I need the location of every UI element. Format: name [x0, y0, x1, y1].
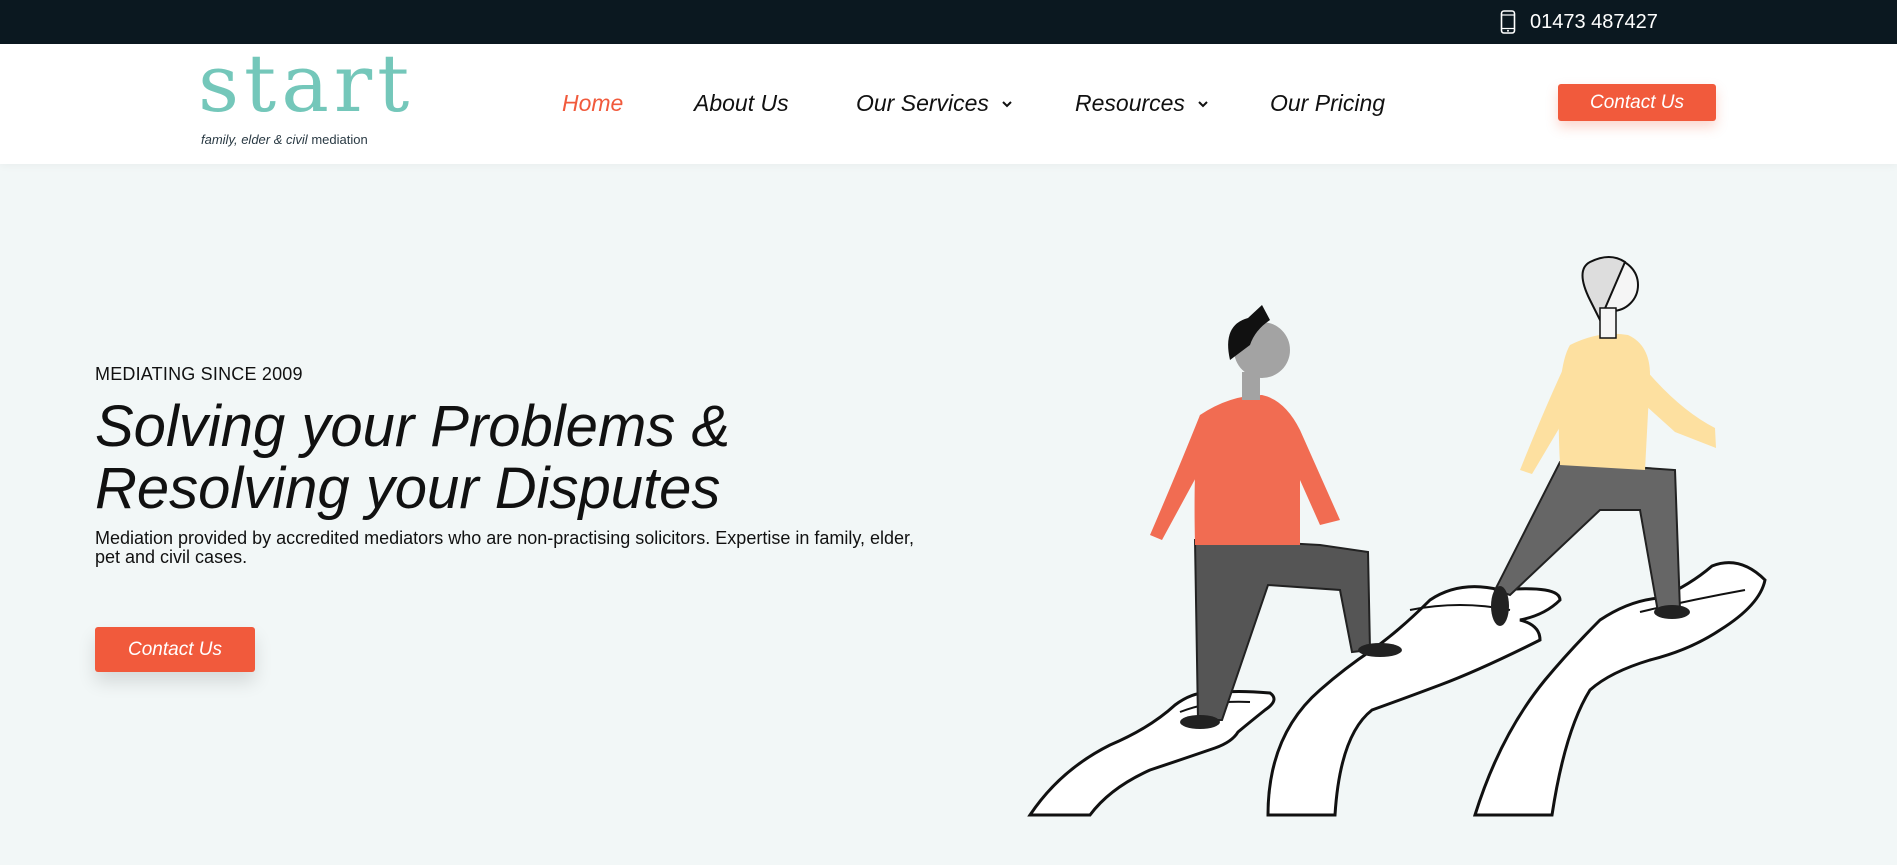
nav-our-pricing-label: Our Pricing	[1270, 90, 1386, 116]
phone-contact[interactable]: 01473 487427	[1500, 10, 1658, 34]
hero-title-line-2: Resolving your Disputes	[95, 456, 721, 521]
logo-tagline-italic: family, elder & civil	[201, 132, 308, 147]
hero-title: Solving your Problems & Resolving your D…	[95, 396, 795, 520]
logo-tagline: family, elder & civil mediation	[201, 132, 368, 147]
nav-resources[interactable]: Resources	[1075, 90, 1209, 117]
nav-our-services[interactable]: Our Services	[856, 90, 1013, 117]
person-yellow-shirt-icon	[1491, 256, 1716, 626]
mobile-phone-icon	[1500, 10, 1516, 34]
nav-home[interactable]: Home	[562, 90, 623, 117]
hand-left-icon	[1027, 690, 1276, 817]
nav-our-services-label: Our Services	[856, 90, 989, 116]
hero-title-line-1: Solving your Problems &	[95, 394, 731, 459]
chevron-down-icon	[1002, 100, 1012, 107]
nav-home-label: Home	[562, 90, 624, 116]
contact-us-hero-button[interactable]: Contact Us	[95, 627, 255, 672]
contact-us-nav-button[interactable]: Contact Us	[1558, 84, 1716, 121]
hero-description: Mediation provided by accredited mediato…	[95, 528, 915, 567]
hero-eyebrow: MEDIATING SINCE 2009	[95, 364, 303, 384]
people-climbing-hands-illustration	[1027, 256, 1767, 817]
logo-wordmark: start	[198, 37, 415, 130]
nav-our-pricing[interactable]: Our Pricing	[1270, 90, 1385, 117]
nav-resources-label: Resources	[1075, 90, 1185, 116]
nav-about-us[interactable]: About Us	[694, 90, 789, 117]
chevron-down-icon	[1198, 100, 1208, 107]
nav-about-us-label: About Us	[694, 90, 789, 116]
main-navbar: start family, elder & civil mediation Ho…	[0, 44, 1897, 164]
logo-tagline-plain: mediation	[311, 132, 368, 147]
phone-number[interactable]: 01473 487427	[1530, 11, 1658, 34]
site-logo[interactable]: start family, elder & civil mediation	[198, 44, 409, 158]
